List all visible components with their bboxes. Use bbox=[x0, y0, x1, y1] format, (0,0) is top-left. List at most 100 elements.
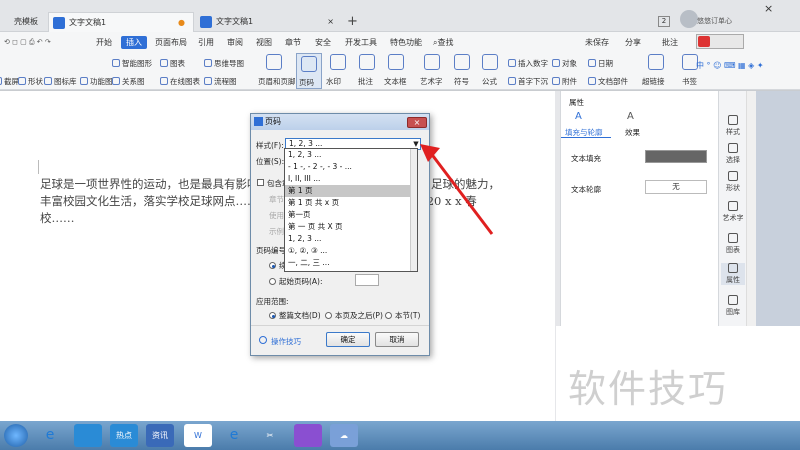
text-outline-select[interactable]: 无 bbox=[645, 180, 707, 194]
menu-insert[interactable]: 插入 bbox=[121, 36, 147, 49]
ribbon-doc-parts[interactable]: 文档部件 bbox=[588, 76, 628, 87]
sidebar-item-select[interactable]: 选择 bbox=[721, 143, 745, 165]
tab-effect[interactable]: 效果 bbox=[625, 127, 640, 138]
app-icon[interactable] bbox=[294, 424, 322, 447]
style-option[interactable]: - 1 -, - 2 -, - 3 - ... bbox=[285, 161, 417, 173]
close-window-icon[interactable]: × bbox=[764, 2, 773, 15]
tab-document[interactable]: 文字文稿1 × bbox=[196, 12, 342, 32]
input-method-toolbar[interactable]: 中 ° ☺ ⌨ ▦ ◈ ✦ bbox=[696, 60, 800, 72]
ribbon-mindmap[interactable]: 思维导图 bbox=[204, 58, 244, 69]
insert-ribbon: 截屏 形状 图标库 功能图 智能图形 图表 关系图 在线图表 思维导图 流程图 … bbox=[0, 52, 800, 90]
quick-access-icons[interactable]: ⟲ ◻ ▢ ⎙ ↶ ↷ bbox=[4, 38, 74, 46]
ribbon-hyperlink[interactable]: 超链接 bbox=[632, 76, 665, 87]
ribbon-date[interactable]: 日期 bbox=[588, 58, 613, 69]
hot-news-button[interactable]: 热点 bbox=[110, 424, 138, 447]
style-option[interactable]: 1, 2, 3 ... bbox=[285, 233, 417, 245]
menu-view[interactable]: 视图 bbox=[256, 36, 272, 49]
browser-icon[interactable]: e bbox=[220, 424, 248, 447]
menu-chapter[interactable]: 章节 bbox=[285, 36, 301, 49]
ribbon-label: 页眉和页脚 bbox=[258, 77, 296, 86]
sidebar-item-chart[interactable]: 图表 bbox=[721, 233, 745, 255]
ribbon-function-chart[interactable]: 功能图 bbox=[80, 76, 113, 87]
style-option-highlighted[interactable]: 第 1 页 bbox=[285, 185, 417, 197]
menu-start[interactable]: 开始 bbox=[96, 36, 112, 49]
tab-template[interactable]: 壳模板 bbox=[0, 12, 48, 32]
sidebar-item-gallery[interactable]: 图库 bbox=[721, 295, 745, 317]
desktop-app-icon[interactable] bbox=[74, 424, 102, 447]
menu-layout[interactable]: 页面布局 bbox=[155, 36, 187, 49]
input-method-bar[interactable] bbox=[696, 34, 744, 49]
ribbon-textbox[interactable]: 文本框 bbox=[374, 76, 407, 87]
text-fill-color[interactable] bbox=[645, 150, 707, 163]
include-chapter-checkbox[interactable] bbox=[257, 179, 264, 186]
continue-radio[interactable] bbox=[269, 262, 276, 269]
ribbon-shape[interactable]: 形状 bbox=[18, 76, 43, 87]
sidebar-item-shape[interactable]: 形状 bbox=[721, 171, 745, 193]
ribbon-chart[interactable]: 图表 bbox=[160, 58, 185, 69]
style-option[interactable]: 第 1 页 共 x 页 bbox=[285, 197, 417, 209]
insert-number-icon bbox=[508, 59, 516, 67]
ribbon-screenshot[interactable]: 截屏 bbox=[0, 76, 19, 87]
menu-reference[interactable]: 引用 bbox=[198, 36, 214, 49]
sidebar-item-wordart[interactable]: 艺术字 bbox=[721, 201, 745, 223]
new-tab-icon[interactable]: + bbox=[347, 14, 358, 29]
ribbon-insert-number[interactable]: 插入数字 bbox=[508, 58, 548, 69]
wps-icon[interactable]: W bbox=[184, 424, 212, 447]
tool-icon[interactable]: ✂ bbox=[256, 424, 284, 447]
ribbon-wordart[interactable]: 艺术字 bbox=[410, 76, 443, 87]
ribbon-watermark[interactable]: 水印 bbox=[316, 76, 341, 87]
ribbon-label: 对象 bbox=[562, 59, 577, 68]
ribbon-icon-library[interactable]: 图标库 bbox=[44, 76, 77, 87]
style-option[interactable]: 1, 2, 3 ... bbox=[285, 149, 417, 161]
style-option[interactable]: ①, ②, ③ ... bbox=[285, 245, 417, 257]
style-option[interactable]: 第一页 bbox=[285, 209, 417, 221]
tips-link[interactable]: 操作技巧 bbox=[271, 336, 301, 347]
sidebar-label: 图库 bbox=[726, 308, 740, 316]
cloud-icon[interactable]: ☁ bbox=[330, 424, 358, 447]
sidebar-item-style[interactable]: 样式 bbox=[721, 115, 745, 137]
ribbon-online-chart[interactable]: 在线图表 bbox=[160, 76, 200, 87]
ie-icon[interactable]: e bbox=[36, 424, 64, 447]
dialog-close-button[interactable]: × bbox=[407, 117, 427, 128]
start-page-input[interactable] bbox=[355, 274, 379, 286]
ribbon-dropcap[interactable]: 首字下沉 bbox=[508, 76, 548, 87]
ribbon-symbol[interactable]: 符号 bbox=[444, 76, 469, 87]
news-button[interactable]: 资讯 bbox=[146, 424, 174, 447]
avatar[interactable] bbox=[680, 10, 698, 28]
share-button[interactable]: 分享 bbox=[625, 36, 641, 49]
close-icon[interactable]: × bbox=[327, 12, 334, 32]
ribbon-flowchart[interactable]: 流程图 bbox=[204, 76, 237, 87]
ribbon-relation[interactable]: 关系图 bbox=[112, 76, 145, 87]
ribbon-formula[interactable]: 公式 bbox=[472, 76, 497, 87]
comment-button[interactable]: 批注 bbox=[662, 36, 678, 49]
menu-search[interactable]: ⌕查找 bbox=[433, 36, 453, 49]
menu-review[interactable]: 审阅 bbox=[227, 36, 243, 49]
start-at-radio[interactable] bbox=[269, 278, 276, 285]
ribbon-smart-art[interactable]: 智能图形 bbox=[112, 58, 152, 69]
ribbon-label: 智能图形 bbox=[122, 59, 152, 68]
start-button[interactable] bbox=[4, 424, 28, 447]
ribbon-object[interactable]: 对象 bbox=[552, 58, 577, 69]
unsaved-button[interactable]: 未保存 bbox=[585, 36, 609, 49]
account-name[interactable]: 悠悠订单心 bbox=[697, 16, 732, 26]
menu-special[interactable]: 特色功能 bbox=[390, 36, 422, 49]
scope-section-radio[interactable] bbox=[385, 312, 392, 319]
menu-developer[interactable]: 开发工具 bbox=[345, 36, 377, 49]
sidebar-item-properties[interactable]: 属性 bbox=[721, 263, 745, 285]
menu-security[interactable]: 安全 bbox=[315, 36, 331, 49]
style-option[interactable]: 第 一 页 共 X 页 bbox=[285, 221, 417, 233]
style-option[interactable]: 一, 二, 三 ... bbox=[285, 257, 417, 269]
tab-document-active[interactable]: 文字文稿1 ● bbox=[48, 12, 194, 32]
ok-button[interactable]: 确定 bbox=[326, 332, 370, 347]
wordart-icon bbox=[424, 54, 440, 70]
ribbon-comment[interactable]: 批注 bbox=[348, 76, 373, 87]
scope-whole-radio[interactable] bbox=[269, 312, 276, 319]
scope-after-radio[interactable] bbox=[325, 312, 332, 319]
ribbon-bookmark[interactable]: 书签 bbox=[672, 76, 697, 87]
dropdown-scrollbar[interactable] bbox=[410, 149, 417, 271]
ribbon-header-footer[interactable]: 页眉和页脚 bbox=[248, 76, 296, 87]
formula-icon bbox=[482, 54, 498, 70]
cancel-button[interactable]: 取消 bbox=[375, 332, 419, 347]
ribbon-attachment[interactable]: 附件 bbox=[552, 76, 577, 87]
style-option[interactable]: I, II, III ... bbox=[285, 173, 417, 185]
